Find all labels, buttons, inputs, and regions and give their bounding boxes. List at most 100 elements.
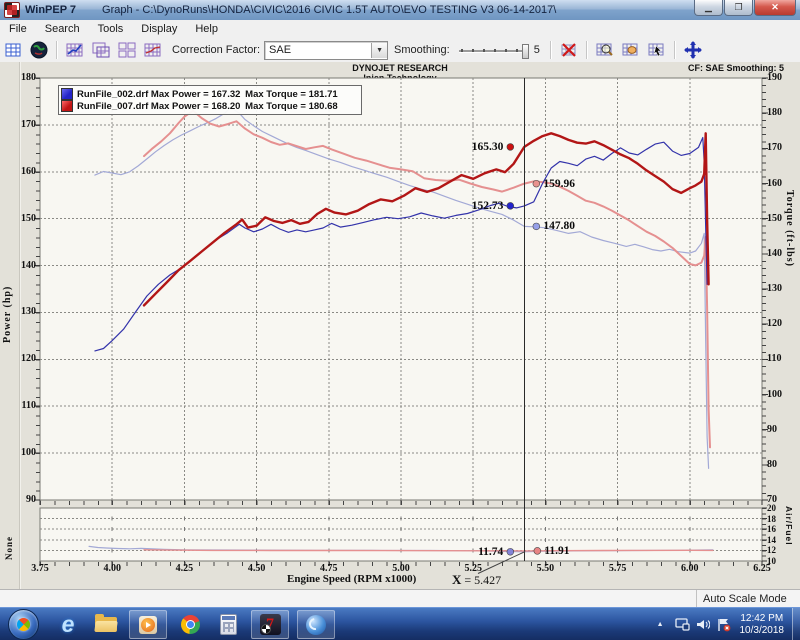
cursor-value-label: 152.73 [435, 200, 503, 212]
document-title: Graph - C:\DynoRuns\HONDA\CIVIC\2016 CIV… [102, 4, 556, 16]
torque-tick-label: 170 [767, 143, 782, 153]
select-graph-icon[interactable] [645, 40, 669, 61]
smoothing-slider[interactable] [457, 43, 531, 58]
legend-swatch [61, 100, 73, 112]
taskbar-explorer[interactable] [91, 611, 121, 638]
network-icon[interactable] [675, 618, 690, 631]
dyno-chart [0, 62, 800, 589]
winpep-app-icon [4, 2, 20, 18]
titlebar[interactable]: WinPEP 7 Graph - C:\DynoRuns\HONDA\CIVIC… [0, 0, 800, 21]
cursor-value-label: 165.30 [435, 141, 503, 153]
chevron-down-icon[interactable]: ▼ [371, 43, 387, 58]
calculator-icon [220, 614, 237, 635]
af-tick-label: 14 [767, 535, 776, 545]
power-tick-label: 120 [13, 354, 36, 364]
af-tick-label: 18 [767, 514, 776, 524]
menu-item-help[interactable]: Help [186, 20, 227, 38]
power-tick-label: 150 [13, 214, 36, 224]
torque-tick-label: 120 [767, 319, 782, 329]
power-tick-label: 180 [13, 73, 36, 83]
slider-handle[interactable] [522, 44, 529, 59]
power-tick-label: 90 [13, 495, 36, 505]
graph-overlay-icon[interactable] [89, 40, 113, 61]
statusbar: Auto Scale Mode [0, 589, 800, 608]
taskbar-media-player[interactable] [129, 610, 167, 639]
zoom-graph-icon[interactable] [593, 40, 617, 61]
taskbar-clock[interactable]: 12:42 PM 10/3/2018 [740, 613, 785, 637]
map-view-icon[interactable] [27, 40, 51, 61]
af-axis-title: Air/Fuel [784, 506, 794, 570]
menu-item-display[interactable]: Display [132, 20, 186, 38]
cursor-x-readout: X = 5.427 [452, 572, 501, 588]
power-minor-ticks [36, 78, 40, 500]
torque-tick-label: 140 [767, 249, 782, 259]
power-tick-label: 170 [13, 120, 36, 130]
menu-item-file[interactable]: File [0, 20, 36, 38]
rpm-tick-label: 6.00 [673, 564, 707, 574]
rpm-tick-label: 4.75 [312, 564, 346, 574]
cursor-value-label: 147.80 [543, 220, 575, 232]
taskbar-chrome[interactable] [175, 611, 205, 638]
legend-box: RunFile_002.drf Max Power = 167.32 Max T… [58, 85, 362, 115]
table-view-icon[interactable] [1, 40, 25, 61]
pan-graph-icon[interactable] [619, 40, 643, 61]
move-axes-icon[interactable] [681, 40, 705, 61]
taskbar-ie[interactable]: e [53, 611, 83, 638]
clock-time: 12:42 PM [740, 613, 785, 625]
power-axis-title: Power (hp) [2, 248, 13, 343]
legend-run-text: RunFile_007.drf Max Power = 168.20 Max T… [77, 101, 338, 112]
menu-item-tools[interactable]: Tools [89, 20, 133, 38]
taskbar-calculator[interactable] [213, 611, 243, 638]
sync-app-icon [306, 615, 326, 635]
af-tick-label: 12 [767, 545, 776, 555]
torque-tick-label: 150 [767, 214, 782, 224]
media-player-icon [139, 616, 157, 634]
graph-multi-icon[interactable] [115, 40, 139, 61]
rpm-tick-label: 5.00 [384, 564, 418, 574]
ie-icon: e [62, 613, 75, 636]
graph-new-icon[interactable] [63, 40, 87, 61]
scale-mode-text: Auto Scale Mode [703, 593, 787, 605]
rpm-minor-ticks [40, 501, 762, 505]
rpm-tick-label: 4.00 [95, 564, 129, 574]
close-button[interactable]: ✕ [754, 0, 796, 16]
chrome-icon [181, 615, 200, 634]
show-desktop-strip[interactable] [792, 608, 800, 640]
torque-tick-label: 100 [767, 390, 782, 400]
legend-row: RunFile_002.drf Max Power = 167.32 Max T… [61, 88, 357, 100]
clock-date: 10/3/2018 [740, 625, 785, 637]
delete-graph-icon[interactable] [557, 40, 581, 61]
correction-factor-select[interactable]: SAE ▼ [264, 41, 388, 60]
power-tick-label: 160 [13, 167, 36, 177]
taskbar: e 7 ▲ 12:42 PM 10/3/2018 [0, 607, 800, 640]
taskbar-sync-app[interactable] [297, 610, 335, 639]
taskbar-winpep[interactable]: 7 [251, 610, 289, 639]
torque-tick-label: 180 [767, 108, 782, 118]
chart-page[interactable]: DYNOJET RESEARCH Injen Technology CF: SA… [0, 62, 800, 589]
action-center-flag-icon[interactable] [716, 618, 731, 632]
af-minor-ticks [762, 508, 766, 561]
correction-factor-label: Correction Factor: [172, 44, 260, 56]
torque-tick-label: 110 [767, 354, 781, 364]
toolbar: Correction Factor: SAE ▼ Smoothing: 5 [0, 38, 800, 63]
x-axis-title: Engine Speed (RPM x1000) [287, 573, 416, 585]
restore-button[interactable]: ❐ [724, 0, 753, 16]
power-tick-label: 100 [13, 448, 36, 458]
torque-minor-ticks [762, 78, 766, 500]
af-cursor-value-label: 11.91 [544, 545, 569, 557]
legend-row: RunFile_007.drf Max Power = 168.20 Max T… [61, 100, 357, 112]
winpep-icon: 7 [260, 614, 281, 635]
torque-axis-title: Torque (ft-lbs) [784, 190, 795, 305]
graph-compare-icon[interactable] [141, 40, 165, 61]
volume-icon[interactable] [696, 618, 710, 631]
torque-tick-label: 80 [767, 460, 777, 470]
power-tick-label: 140 [13, 261, 36, 271]
minimize-button[interactable]: ▁ [694, 0, 723, 16]
rpm-tick-label: 5.25 [456, 564, 490, 574]
tray-expand-icon[interactable]: ▲ [657, 621, 664, 628]
rpm-tick-label: 6.25 [745, 564, 779, 574]
start-button[interactable] [8, 609, 39, 640]
menu-item-search[interactable]: Search [36, 20, 89, 38]
af-tick-label: 16 [767, 524, 776, 534]
rpm-tick-label: 5.75 [601, 564, 635, 574]
